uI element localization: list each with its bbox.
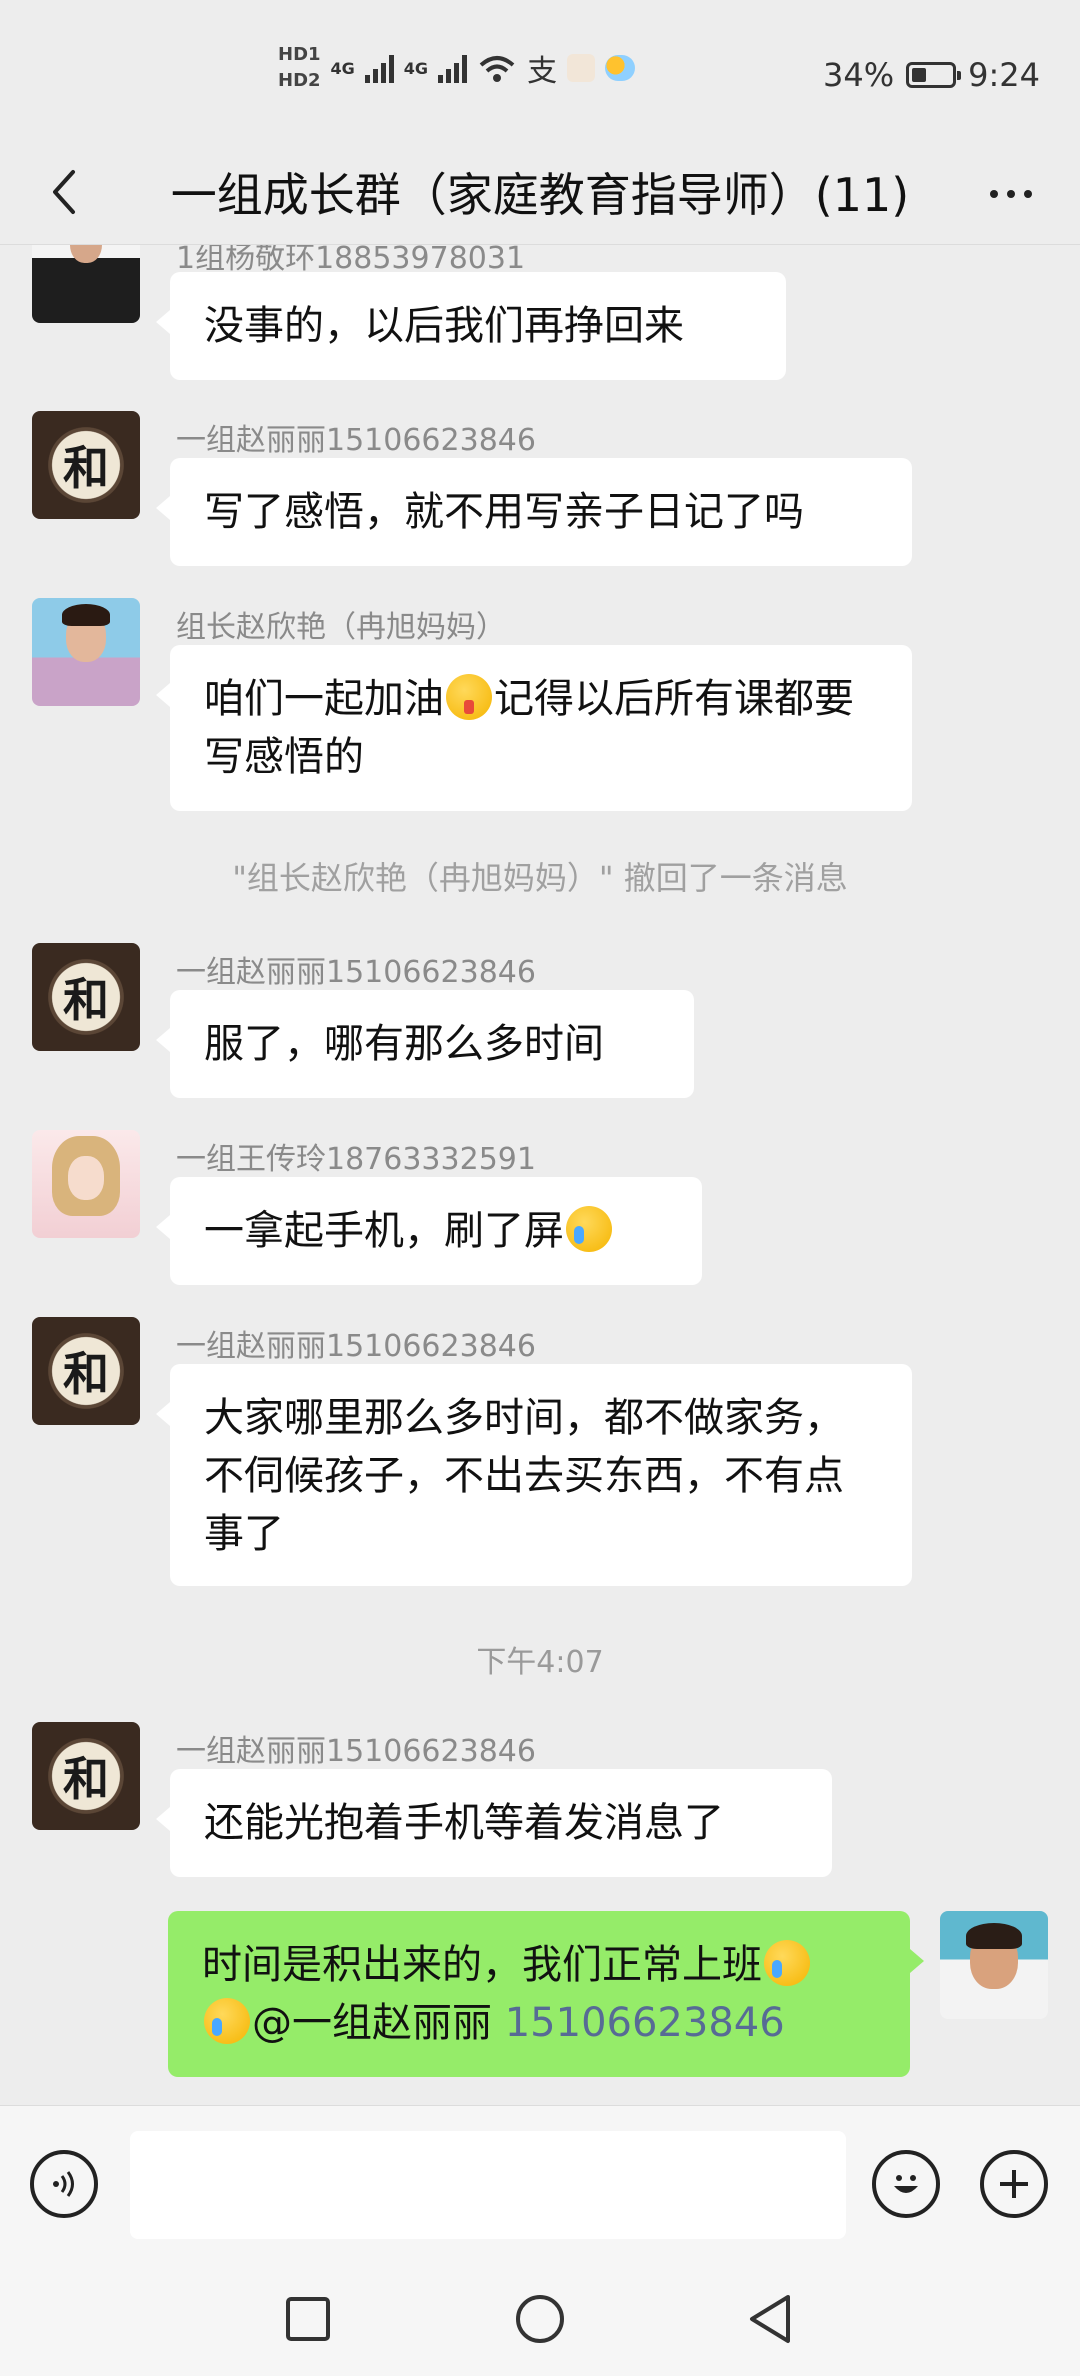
recents-button[interactable]	[276, 2287, 340, 2351]
system-navigation-bar	[0, 2265, 1080, 2376]
crying-emoji-icon	[204, 1998, 250, 2044]
sender-name: 组长赵欣艳（冉旭妈妈）	[176, 610, 506, 645]
signal-icon	[364, 53, 394, 83]
avatar-glyph: 和	[63, 973, 109, 1027]
plus-icon	[1000, 2170, 1028, 2198]
avatar-glyph: 和	[63, 441, 109, 495]
message-bubble[interactable]: 咱们一起加油 记得以后所有课都要写感悟的	[156, 645, 912, 811]
sender-name: 一组王传玲18763332591	[176, 1142, 536, 1177]
message-bubble[interactable]: 大家哪里那么多时间，都不做家务，不伺候孩子，不出去买东西，不有点事了	[156, 1364, 912, 1586]
chat-header: 一组成长群（家庭教育指导师）(11)	[0, 140, 1080, 245]
crying-emoji-icon	[764, 1940, 810, 1986]
recall-notice: "组长赵欣艳（冉旭妈妈）" 撤回了一条消息	[232, 859, 848, 897]
message-bubble[interactable]: 写了感悟，就不用写亲子日记了吗	[156, 458, 912, 566]
emoji-button[interactable]	[872, 2150, 940, 2218]
my-avatar[interactable]	[940, 1911, 1048, 2019]
sender-name: 一组赵丽丽15106623846	[176, 423, 536, 458]
avatar[interactable]	[32, 1130, 140, 1238]
my-message-bubble[interactable]: 时间是积出来的，我们正常上班 @一组赵丽丽 15106623846	[168, 1911, 924, 2077]
circle-nav-icon	[516, 2295, 564, 2343]
message-text: 时间是积出来的，我们正常上班	[202, 1942, 762, 1988]
message-bubble[interactable]: 还能光抱着手机等着发消息了	[156, 1769, 832, 1877]
home-button[interactable]	[508, 2287, 572, 2351]
voice-button[interactable]	[30, 2150, 98, 2218]
voice-icon	[53, 2171, 74, 2197]
avatar-glyph: 和	[63, 1752, 109, 1806]
more-icon	[990, 190, 998, 198]
emoji-icon	[894, 2175, 918, 2193]
time-divider: 下午4:07	[476, 1645, 604, 1680]
message-text: 咱们一起加油	[204, 676, 444, 722]
input-bar	[0, 2105, 1080, 2266]
sender-name: 一组赵丽丽15106623846	[176, 955, 536, 990]
alipay-icon: 支	[527, 54, 558, 89]
sender-name: 一组赵丽丽15106623846	[176, 1734, 536, 1769]
avatar[interactable]: 和	[32, 943, 140, 1051]
shush-emoji-icon	[446, 674, 492, 720]
message-input[interactable]	[130, 2131, 846, 2239]
avatar[interactable]: 和	[32, 1317, 140, 1425]
square-nav-icon	[286, 2297, 330, 2341]
hd-indicator: HD1 HD2	[278, 42, 321, 94]
network-4g-label-2: 4G	[403, 58, 429, 78]
more-actions-button[interactable]	[980, 2150, 1048, 2218]
clock: 9:24	[968, 56, 1040, 94]
message-bubble[interactable]: 一拿起手机，刷了屏	[156, 1177, 702, 1285]
crying-emoji-icon	[566, 1206, 612, 1252]
avatar[interactable]: 和	[32, 1722, 140, 1830]
chat-title: 一组成长群（家庭教育指导师）(11)	[170, 168, 910, 222]
mention-text: @一组赵丽丽	[252, 2000, 492, 2046]
avatar[interactable]: 和	[32, 411, 140, 519]
signal-icon-2	[438, 53, 468, 83]
hd1-label: HD1	[278, 44, 321, 65]
message-text: 一拿起手机，刷了屏	[204, 1208, 564, 1254]
back-system-button[interactable]	[738, 2287, 802, 2351]
message-list[interactable]: 1组杨敬环18853978031 没事的，以后我们再挣回来 和 一组赵丽丽151…	[0, 245, 1080, 2105]
back-arrow-icon	[53, 170, 75, 214]
avatar[interactable]	[32, 245, 140, 323]
hd2-label: HD2	[278, 70, 321, 91]
phone-link[interactable]: 15106623846	[505, 2000, 785, 2046]
status-right: 34% 9:24	[823, 50, 1040, 100]
sender-name: 一组赵丽丽15106623846	[176, 1329, 536, 1364]
status-icons: HD1 HD2 4G 4G 支	[278, 38, 636, 98]
home-app-icon	[567, 54, 596, 82]
network-4g-label: 4G	[330, 58, 355, 78]
avatar-glyph: 和	[63, 1347, 109, 1401]
message-bubble[interactable]: 服了，哪有那么多时间	[156, 990, 694, 1098]
message-bubble[interactable]: 没事的，以后我们再挣回来	[156, 272, 786, 380]
status-bar: HD1 HD2 4G 4G 支 34% 9:24	[0, 0, 1080, 140]
weather-icon	[605, 55, 636, 81]
wifi-icon	[479, 56, 515, 82]
triangle-back-icon	[750, 2295, 790, 2343]
battery-percent: 34%	[823, 56, 895, 94]
more-button[interactable]	[976, 166, 1046, 222]
battery-icon	[906, 62, 962, 88]
back-button[interactable]	[36, 164, 92, 220]
avatar[interactable]	[32, 598, 140, 706]
